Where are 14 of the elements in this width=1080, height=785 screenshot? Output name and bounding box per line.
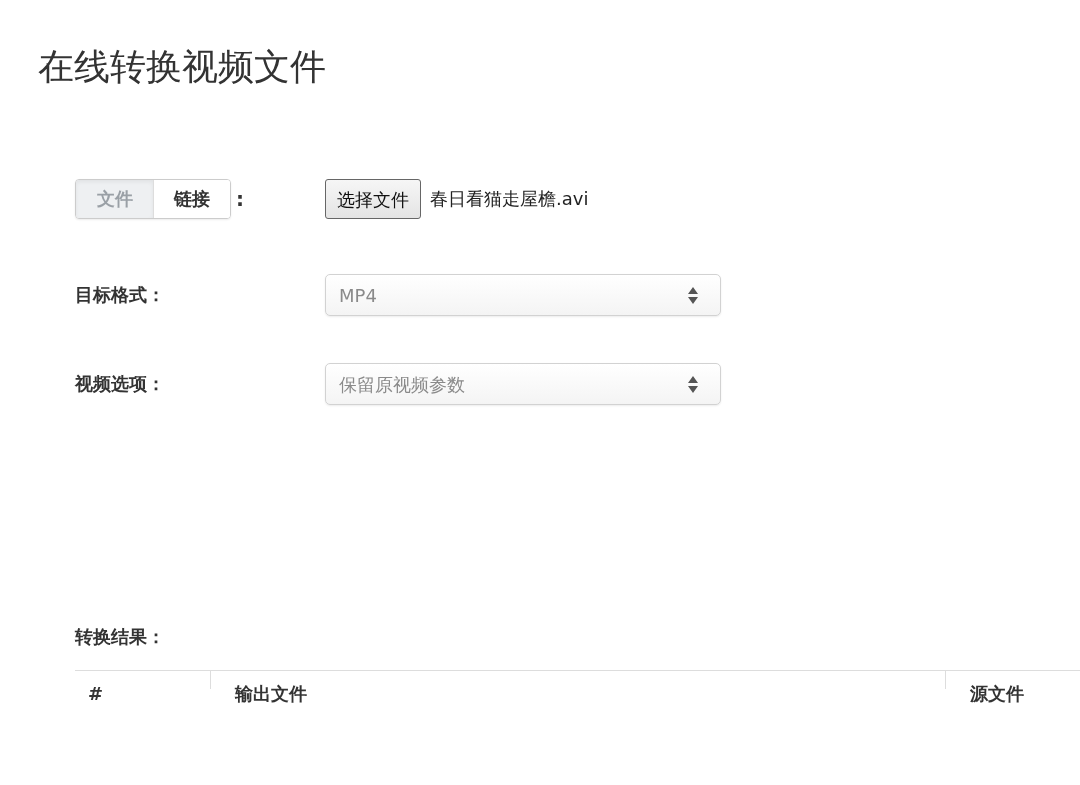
- column-header: #: [75, 670, 210, 717]
- source-tab[interactable]: 链接: [153, 180, 230, 218]
- field-label: 视频选项：: [75, 372, 165, 396]
- field-label: 目标格式：: [75, 283, 165, 307]
- source-tab[interactable]: 文件: [76, 180, 153, 218]
- video-options-select[interactable]: 保留原视频参数: [325, 363, 721, 405]
- up-down-arrows-icon: [688, 375, 698, 393]
- results-label: 转换结果：: [75, 625, 165, 649]
- page-title: 在线转换视频文件: [38, 45, 326, 89]
- format-select[interactable]: MP4: [325, 274, 721, 316]
- colon-text: :: [236, 187, 244, 211]
- file-name-text: 春日看猫走屋檐.avi: [430, 187, 589, 211]
- choose-file-button[interactable]: 选择文件: [325, 179, 421, 219]
- up-down-arrows-icon: [688, 286, 698, 304]
